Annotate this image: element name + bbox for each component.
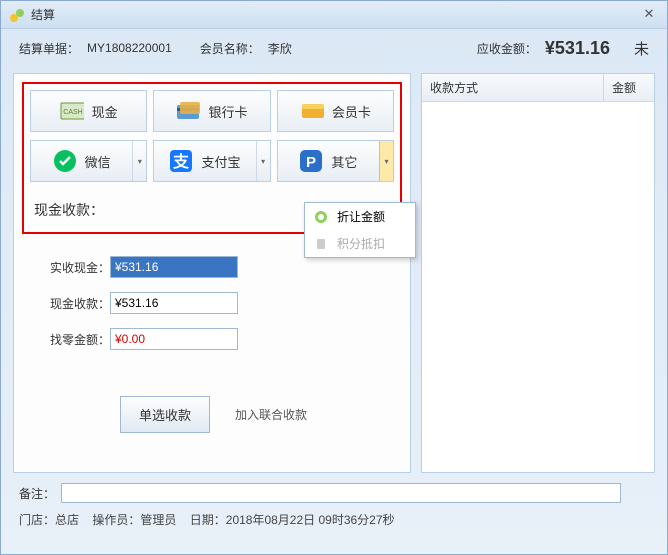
dropdown-discount-item[interactable]: 折让金额 — [305, 203, 415, 230]
window-title: 结算 — [31, 6, 639, 23]
other-dropdown-icon[interactable]: ▾ — [379, 141, 393, 181]
dropdown-points-label: 积分抵扣 — [337, 235, 385, 252]
left-panel: CASH 现金 银行卡 会员卡 微信 — [13, 73, 411, 473]
actual-cash-input[interactable] — [110, 256, 238, 278]
settlement-window: 结算 ✕ 结算单据： MY1808220001 会员名称： 李欣 应收金额： ¥… — [0, 0, 668, 555]
pay-member-button[interactable]: 会员卡 — [277, 90, 394, 132]
operator-label: 操作员： — [92, 513, 140, 527]
bankcard-icon — [176, 101, 200, 121]
svg-text:P: P — [306, 154, 316, 171]
due-amount: ¥531.16 — [545, 38, 610, 59]
close-icon[interactable]: ✕ — [639, 6, 659, 24]
wechat-icon — [53, 151, 77, 171]
change-label: 找零金额： — [40, 331, 110, 348]
right-panel: 收款方式 金额 — [421, 73, 655, 473]
remark-input[interactable] — [61, 483, 621, 503]
table-header: 收款方式 金额 — [422, 74, 654, 102]
cash-receive-label: 现金收款： — [40, 295, 110, 312]
footer: 备注： 门店：总店 操作员：管理员 日期：2018年08月22日 09时36分2… — [1, 477, 667, 534]
dropdown-points-item[interactable]: 积分抵扣 — [305, 230, 415, 257]
member-label: 会员名称： — [200, 40, 260, 57]
change-input[interactable] — [110, 328, 238, 350]
alipay-dropdown-icon[interactable]: ▾ — [256, 141, 270, 181]
store-value: 总店 — [55, 513, 79, 527]
pay-member-label: 会员卡 — [332, 102, 371, 121]
titlebar: 结算 ✕ — [1, 1, 667, 29]
info-row: 结算单据： MY1808220001 会员名称： 李欣 应收金额： ¥531.1… — [1, 29, 667, 67]
trail-text: 未 — [634, 38, 649, 59]
pay-other-label: 其它 — [331, 152, 357, 171]
pay-wechat-button[interactable]: 微信 ▾ — [30, 140, 147, 182]
alipay-icon: 支 — [169, 151, 193, 171]
dropdown-discount-label: 折让金额 — [337, 208, 385, 225]
combo-pay-button[interactable]: 加入联合收款 — [224, 396, 318, 433]
due-label: 应收金额： — [477, 40, 537, 57]
col-method: 收款方式 — [422, 74, 604, 101]
form-area: 实收现金： 现金收款： 找零金额： 单选收款 加入联合收款 — [14, 242, 410, 441]
member-name: 李欣 — [268, 40, 292, 57]
remark-label: 备注： — [19, 485, 55, 502]
order-label: 结算单据： — [19, 40, 79, 57]
svg-text:CASH: CASH — [63, 109, 82, 116]
store-label: 门店： — [19, 513, 55, 527]
col-amount: 金额 — [604, 74, 654, 101]
pay-cash-button[interactable]: CASH 现金 — [30, 90, 147, 132]
pay-cash-label: 现金 — [92, 102, 118, 121]
pay-bank-button[interactable]: 银行卡 — [153, 90, 270, 132]
svg-text:支: 支 — [172, 152, 190, 171]
date-label: 日期： — [190, 513, 226, 527]
cash-receive-input[interactable] — [110, 292, 238, 314]
other-icon: P — [299, 151, 323, 171]
actual-cash-label: 实收现金： — [40, 259, 110, 276]
discount-icon — [313, 209, 329, 225]
pay-wechat-label: 微信 — [85, 152, 111, 171]
single-pay-button[interactable]: 单选收款 — [120, 396, 210, 433]
pay-alipay-label: 支付宝 — [201, 152, 240, 171]
other-dropdown-menu: 折让金额 积分抵扣 — [304, 202, 416, 258]
pay-other-button[interactable]: P 其它 ▾ — [277, 140, 394, 182]
points-icon — [313, 236, 329, 252]
membercard-icon — [300, 101, 324, 121]
pay-alipay-button[interactable]: 支 支付宝 ▾ — [153, 140, 270, 182]
date-value: 2018年08月22日 09时36分27秒 — [226, 513, 395, 527]
cash-icon: CASH — [60, 101, 84, 121]
app-icon — [9, 7, 25, 23]
operator-value: 管理员 — [140, 513, 176, 527]
status-row: 门店：总店 操作员：管理员 日期：2018年08月22日 09时36分27秒 — [19, 511, 649, 528]
wechat-dropdown-icon[interactable]: ▾ — [132, 141, 146, 181]
order-no: MY1808220001 — [87, 41, 172, 55]
pay-bank-label: 银行卡 — [208, 102, 247, 121]
